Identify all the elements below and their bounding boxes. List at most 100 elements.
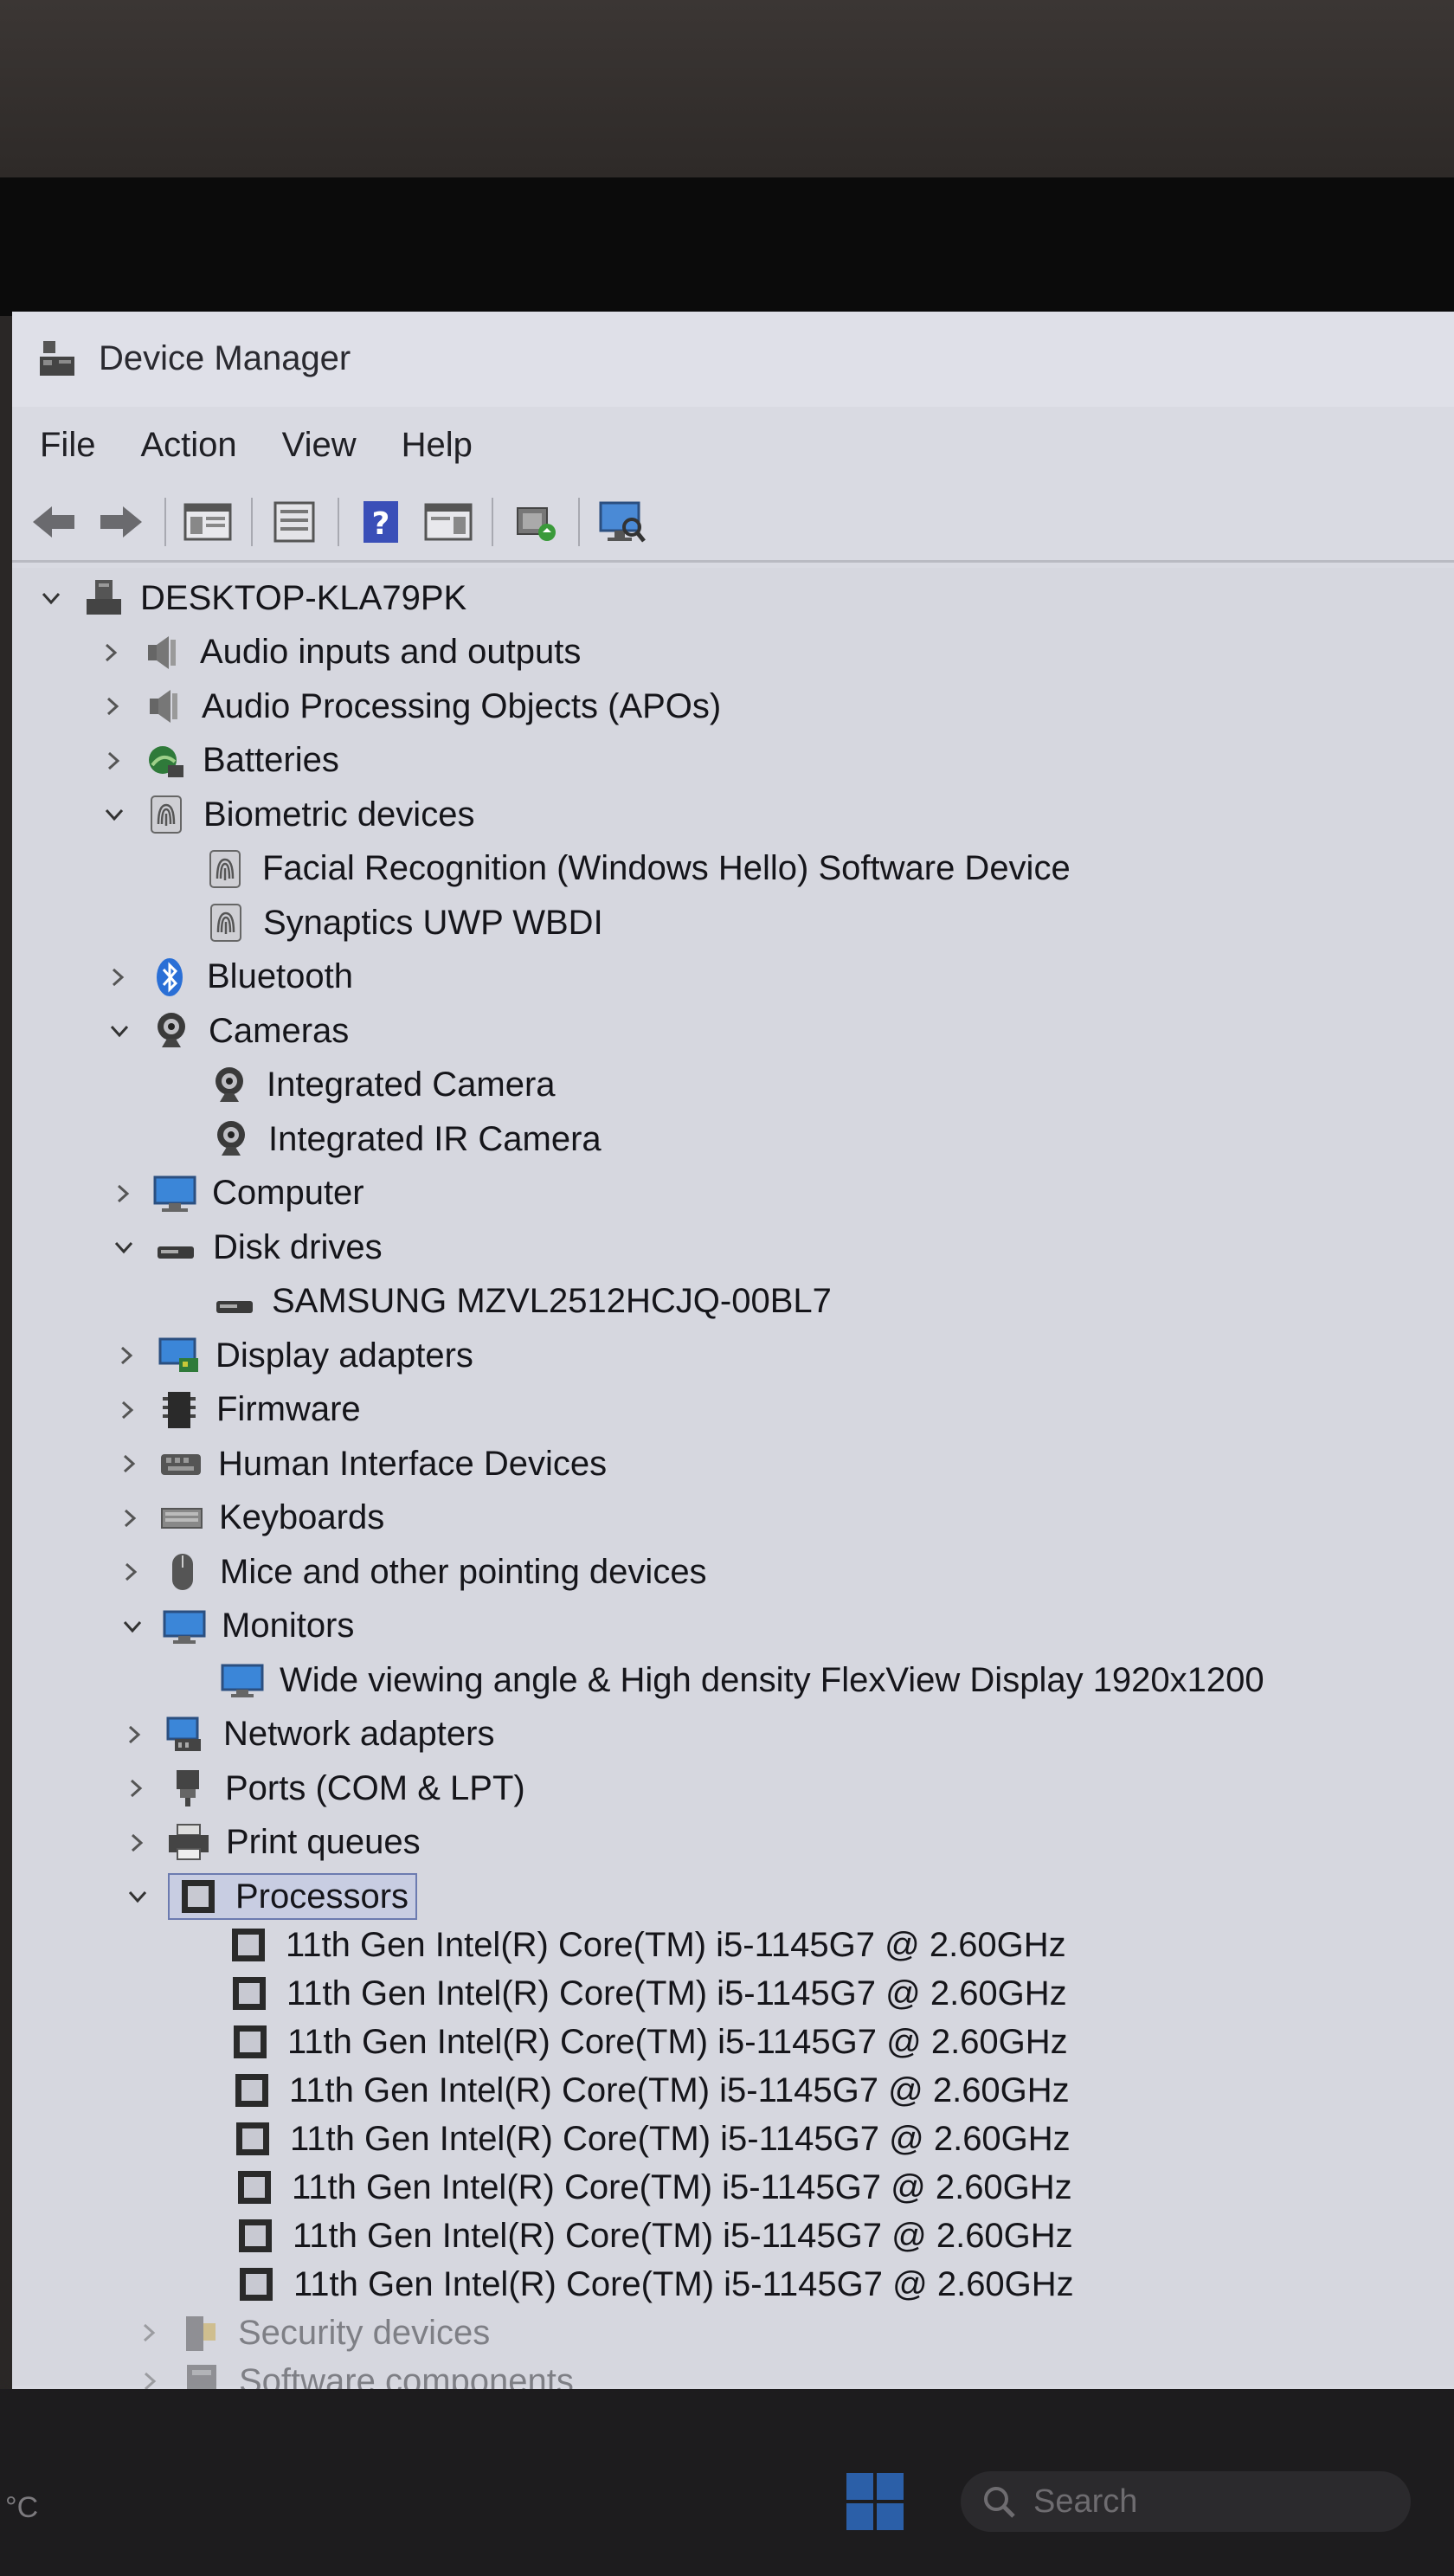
computer-tower-icon	[81, 576, 125, 620]
expand-chevron-icon[interactable]	[99, 746, 128, 776]
tree-item-label: 11th Gen Intel(R) Core(TM) i5-1145G7 @ 2…	[286, 1974, 1067, 2012]
tree-item-label: 11th Gen Intel(R) Core(TM) i5-1145G7 @ 2…	[290, 2119, 1071, 2158]
properties-button[interactable]	[267, 494, 322, 550]
tree-category-human-interface-devices[interactable]: Human Interface Devices	[114, 1439, 607, 1489]
tree-item-content: 11th Gen Intel(R) Core(TM) i5-1145G7 @ 2…	[230, 2069, 1070, 2112]
menu-action[interactable]: Action	[140, 426, 236, 465]
back-button[interactable]	[26, 494, 81, 550]
monitor-icon	[163, 1605, 206, 1648]
help-button[interactable]: ?	[353, 494, 409, 550]
collapse-chevron-icon[interactable]	[123, 1882, 152, 1911]
tree-category-batteries[interactable]: Batteries	[99, 736, 339, 786]
fingerprint-icon	[204, 901, 248, 944]
expand-chevron-icon[interactable]	[115, 1504, 145, 1533]
tree-device-integrated-camera[interactable]: Integrated Camera	[208, 1060, 556, 1111]
tree-item-content: Monitors	[163, 1605, 354, 1648]
camera-icon	[150, 1009, 193, 1053]
tree-device-11th-gen-intel-r-core-tm-i5-1145g7-2-60ghz[interactable]: 11th Gen Intel(R) Core(TM) i5-1145G7 @ 2…	[230, 2065, 1070, 2116]
tree-device-11th-gen-intel-r-core-tm-i5-1145g7-2-60ghz[interactable]: 11th Gen Intel(R) Core(TM) i5-1145G7 @ 2…	[234, 2211, 1073, 2261]
tree-device-synaptics-uwp-wbdi[interactable]: Synaptics UWP WBDI	[204, 898, 603, 948]
tree-item-content: 11th Gen Intel(R) Core(TM) i5-1145G7 @ 2…	[231, 2117, 1071, 2161]
collapse-chevron-icon[interactable]	[100, 800, 129, 829]
tree-item-label: Firmware	[216, 1390, 361, 1428]
tree-category-mice-and-other-pointing-devices[interactable]: Mice and other pointing devices	[116, 1547, 707, 1597]
weather-temperature[interactable]: °C	[5, 2491, 38, 2525]
tree-item-label: 11th Gen Intel(R) Core(TM) i5-1145G7 @ 2…	[293, 2264, 1074, 2303]
tree-category-firmware[interactable]: Firmware	[113, 1385, 361, 1435]
menu-bar: File Action View Help	[12, 407, 1454, 483]
tree-device-11th-gen-intel-r-core-tm-i5-1145g7-2-60ghz[interactable]: 11th Gen Intel(R) Core(TM) i5-1145G7 @ 2…	[235, 2259, 1074, 2309]
tree-category-ports-com-lpt[interactable]: Ports (COM & LPT)	[121, 1763, 525, 1813]
tree-category-audio-inputs-and-outputs[interactable]: Audio inputs and outputs	[96, 628, 581, 678]
tree-category-cameras[interactable]: Cameras	[105, 1006, 349, 1056]
collapse-chevron-icon[interactable]	[36, 583, 66, 613]
tree-category-display-adapters[interactable]: Display adapters	[112, 1330, 473, 1381]
expand-chevron-icon[interactable]	[103, 963, 132, 992]
tree-device-facial-recognition-windows-hello-software-device[interactable]: Facial Recognition (Windows Hello) Softw…	[203, 844, 1071, 894]
tree-category-processors[interactable]: Processors	[123, 1871, 418, 1922]
tree-device-wide-viewing-angle-high-density-flexview-display-1920x1200[interactable]: Wide viewing angle & High density FlexVi…	[221, 1655, 1264, 1705]
collapse-chevron-icon[interactable]	[109, 1233, 138, 1262]
expand-chevron-icon[interactable]	[134, 2318, 164, 2347]
tree-item-content: Display adapters	[157, 1334, 473, 1377]
tree-category-disk-drives[interactable]: Disk drives	[109, 1222, 383, 1272]
tree-category-network-adapters[interactable]: Network adapters	[119, 1710, 494, 1760]
expand-chevron-icon[interactable]	[122, 1828, 151, 1858]
tree-device-samsung-mzvl2512hcjq-00bl7[interactable]: SAMSUNG MZVL2512HCJQ-00BL7	[213, 1277, 832, 1327]
menu-view[interactable]: View	[282, 426, 357, 465]
expand-chevron-icon[interactable]	[114, 1449, 144, 1478]
forward-arrow-icon	[100, 506, 142, 538]
computer-icon	[153, 1172, 196, 1215]
windows-start-icon[interactable]	[845, 2471, 905, 2532]
tree-item-label: Mice and other pointing devices	[220, 1552, 707, 1591]
tree-item-label: Facial Recognition (Windows Hello) Softw…	[262, 849, 1071, 887]
tree-device-integrated-ir-camera[interactable]: Integrated IR Camera	[209, 1114, 602, 1164]
menu-file[interactable]: File	[40, 426, 95, 465]
tree-category-biometric-devices[interactable]: Biometric devices	[100, 789, 474, 840]
tree-category-security-devices[interactable]: Security devices	[134, 2308, 490, 2358]
tree-device-11th-gen-intel-r-core-tm-i5-1145g7-2-60ghz[interactable]: 11th Gen Intel(R) Core(TM) i5-1145G7 @ 2…	[227, 1920, 1066, 1970]
expand-chevron-icon[interactable]	[108, 1179, 138, 1208]
expand-chevron-icon[interactable]	[119, 1720, 149, 1749]
tree-item-content: Computer	[153, 1172, 364, 1215]
taskbar-search-box[interactable]: Search	[961, 2471, 1411, 2532]
tree-category-bluetooth[interactable]: Bluetooth	[103, 952, 353, 1002]
tree-item-label: Processors	[235, 1877, 409, 1916]
tree-item-label: Biometric devices	[203, 795, 475, 834]
tree-device-11th-gen-intel-r-core-tm-i5-1145g7-2-60ghz[interactable]: 11th Gen Intel(R) Core(TM) i5-1145G7 @ 2…	[228, 2017, 1068, 2067]
tree-item-label: Keyboards	[219, 1498, 385, 1536]
tree-category-keyboards[interactable]: Keyboards	[115, 1493, 384, 1543]
title-bar: Device Manager	[12, 312, 1454, 407]
forward-button[interactable]	[93, 494, 149, 550]
tree-category-audio-processing-objects-apos[interactable]: Audio Processing Objects (APOs)	[98, 681, 721, 731]
tree-device-11th-gen-intel-r-core-tm-i5-1145g7-2-60ghz[interactable]: 11th Gen Intel(R) Core(TM) i5-1145G7 @ 2…	[233, 2162, 1072, 2212]
tree-item-content: Facial Recognition (Windows Hello) Softw…	[203, 847, 1071, 891]
expand-chevron-icon[interactable]	[112, 1341, 141, 1370]
menu-help[interactable]: Help	[402, 426, 473, 465]
tree-category-print-queues[interactable]: Print queues	[122, 1818, 421, 1868]
tree-item-label: 11th Gen Intel(R) Core(TM) i5-1145G7 @ 2…	[292, 2167, 1072, 2206]
collapse-chevron-icon[interactable]	[105, 1016, 134, 1046]
expand-chevron-icon[interactable]	[98, 692, 127, 721]
expand-chevron-icon[interactable]	[121, 1774, 151, 1803]
firmware-icon	[158, 1388, 201, 1432]
tree-category-monitors[interactable]: Monitors	[118, 1601, 354, 1652]
update-driver-button[interactable]	[507, 494, 563, 550]
monitor-icon	[221, 1658, 264, 1702]
show-hide-console-tree-button[interactable]	[180, 494, 235, 550]
tree-device-11th-gen-intel-r-core-tm-i5-1145g7-2-60ghz[interactable]: 11th Gen Intel(R) Core(TM) i5-1145G7 @ 2…	[228, 1968, 1067, 2019]
collapse-chevron-icon[interactable]	[118, 1612, 147, 1641]
tree-root-computer[interactable]: DESKTOP-KLA79PK	[36, 573, 466, 623]
background-wall	[0, 0, 1454, 177]
properties-icon	[273, 501, 315, 542]
expand-chevron-icon[interactable]	[96, 638, 125, 667]
show-hide-action-pane-button[interactable]	[421, 494, 476, 550]
bluetooth-icon	[148, 956, 191, 999]
expand-chevron-icon[interactable]	[113, 1395, 142, 1425]
tree-item-content: 11th Gen Intel(R) Core(TM) i5-1145G7 @ 2…	[233, 2166, 1072, 2209]
tree-item-label: Integrated Camera	[267, 1066, 556, 1104]
expand-chevron-icon[interactable]	[116, 1557, 145, 1587]
scan-hardware-changes-button[interactable]	[594, 494, 649, 550]
tree-device-11th-gen-intel-r-core-tm-i5-1145g7-2-60ghz[interactable]: 11th Gen Intel(R) Core(TM) i5-1145G7 @ 2…	[231, 2114, 1071, 2164]
tree-category-computer[interactable]: Computer	[108, 1169, 364, 1219]
